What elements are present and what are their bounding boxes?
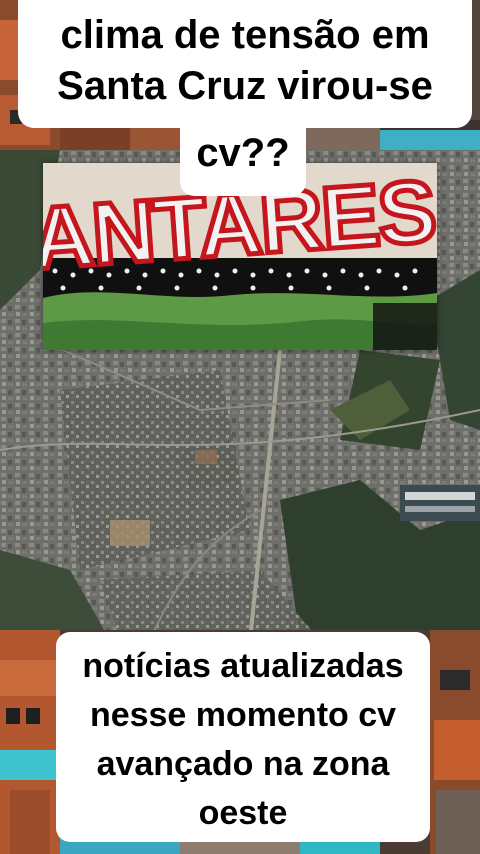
caption-top: clima de tensão em Santa Cruz virou-se — [18, 0, 472, 128]
caption-bottom-line-3: avançado na zona — [96, 744, 390, 783]
caption-bottom-line-1: notícias atualizadas — [82, 647, 404, 685]
caption-bottom-line-4: oeste — [198, 793, 288, 832]
caption-bottom-line-2: nesse momento cv — [89, 695, 397, 734]
caption-bottom: notícias atualizadas nesse momento cv av… — [56, 632, 430, 842]
caption-top-line-1: clima de tensão em — [60, 13, 430, 57]
caption-top-tail: cv?? — [180, 122, 306, 196]
caption-top-line-2: Santa Cruz virou-se — [57, 63, 433, 108]
caption-top-line-3: cv?? — [196, 131, 290, 175]
video-frame: ANTARES clima de tensão em Santa Cruz vi… — [0, 0, 480, 854]
